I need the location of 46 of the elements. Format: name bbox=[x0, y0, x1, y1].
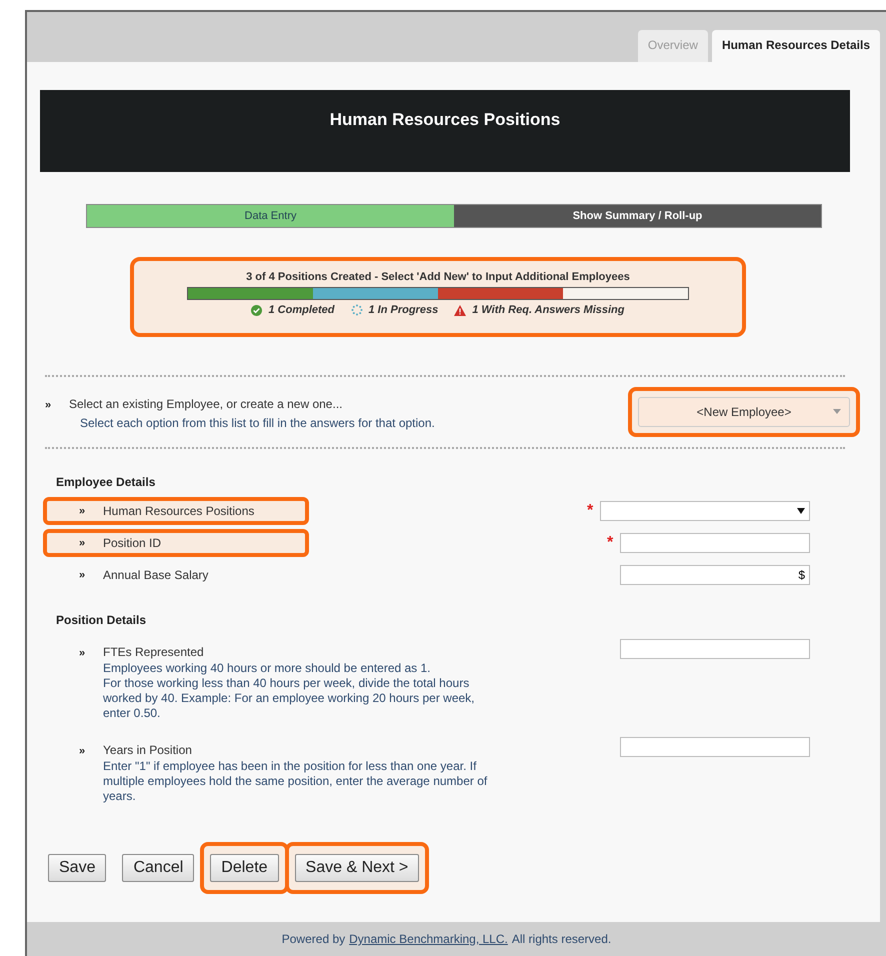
input-field[interactable] bbox=[620, 533, 810, 553]
legend-label: 1 In Progress bbox=[368, 304, 438, 316]
footer-text: All rights reserved. bbox=[512, 932, 612, 946]
salary-field[interactable]: $ bbox=[620, 565, 810, 585]
legend-label: 1 Completed bbox=[268, 304, 334, 316]
step-tab[interactable]: Data Entry bbox=[87, 205, 454, 227]
field-label: FTEs Represented bbox=[103, 645, 204, 659]
form-button[interactable]: Cancel bbox=[122, 854, 194, 882]
spinner-icon bbox=[350, 304, 362, 316]
field-label: Position ID bbox=[103, 536, 162, 550]
caret-icon bbox=[833, 409, 841, 414]
field-label: Years in Position bbox=[103, 743, 192, 757]
bullet-icon: » bbox=[45, 398, 69, 410]
bullet-icon: » bbox=[79, 745, 103, 757]
bullet-icon: » bbox=[79, 505, 103, 517]
form-button[interactable]: Save bbox=[48, 854, 106, 882]
form-button[interactable]: Delete bbox=[210, 854, 279, 882]
help-text: Enter "1" if employee has been in the position for less than one year. If multiple employees hold the same position, enter the average number of years. bbox=[102, 759, 488, 804]
input-field[interactable] bbox=[620, 639, 810, 659]
section-title: Employee Details bbox=[56, 475, 156, 489]
selector-hint: Select each option from this list to fill in the answers for that option. bbox=[79, 416, 435, 430]
footer-text: Powered by bbox=[282, 932, 346, 946]
step-tab[interactable]: Show Summary / Roll-up bbox=[454, 205, 821, 227]
selector-label: Select an existing Employee, or create a new one... bbox=[69, 396, 342, 410]
select-field[interactable] bbox=[600, 501, 810, 521]
employee-dropdown[interactable]: <New Employee> bbox=[638, 397, 850, 427]
legend-label: 1 With Req. Answers Missing bbox=[472, 304, 625, 316]
status-message: 3 of 4 Positions Created - Select 'Add New' to Input Additional Employees bbox=[246, 271, 630, 283]
field-label: Human Resources Positions bbox=[103, 504, 254, 518]
form-button[interactable]: Save & Next > bbox=[294, 854, 420, 882]
caret-icon bbox=[797, 508, 805, 514]
page-title: Human Resources Positions bbox=[40, 90, 850, 172]
help-text: For those working less than 40 hours per week, divide the total hours worked by 40. Example: For an employee working 20 hours per week, enter 0.50. bbox=[102, 676, 476, 721]
required-icon: * bbox=[607, 538, 617, 548]
check-circle-icon bbox=[251, 304, 262, 316]
input-field[interactable] bbox=[620, 737, 810, 757]
company-link[interactable]: Dynamic Benchmarking, LLC. bbox=[349, 932, 508, 946]
bullet-icon: » bbox=[79, 569, 103, 581]
bullet-icon: » bbox=[79, 537, 103, 549]
section-title: Position Details bbox=[56, 613, 148, 627]
required-icon: * bbox=[587, 506, 597, 516]
warning-icon bbox=[454, 304, 466, 316]
field-label: Annual Base Salary bbox=[103, 568, 208, 582]
bullet-icon: » bbox=[79, 647, 103, 659]
tab[interactable]: Human Resources Details bbox=[712, 30, 880, 62]
help-text: Employees working 40 hours or more should be entered as 1. bbox=[102, 661, 432, 676]
